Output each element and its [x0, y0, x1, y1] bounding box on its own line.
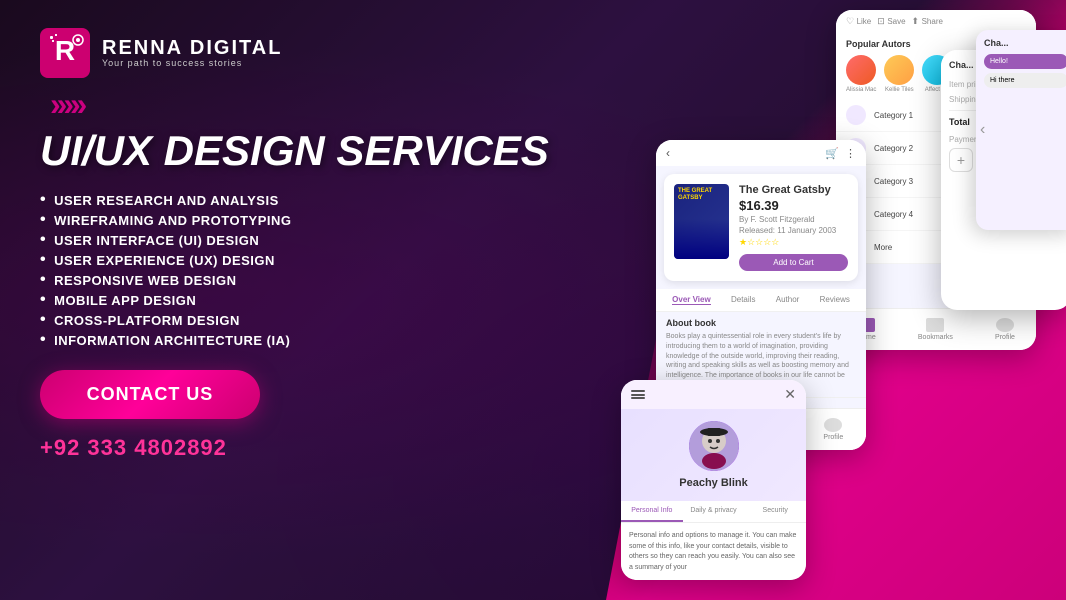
service-item: USER INTERFACE (UI) DESIGN: [40, 230, 580, 250]
tab-personal-info[interactable]: Personal Info: [621, 501, 683, 522]
brand-name: RENNA DIGITAL: [102, 38, 282, 58]
svg-text:R: R: [55, 35, 75, 66]
profile-avatar: [689, 421, 739, 471]
chat-bubble-1: Hello!: [984, 54, 1066, 69]
service-item: WIREFRAMING AND PROTOTYPING: [40, 210, 580, 230]
tab-daily-privacy[interactable]: Daily & privacy: [683, 501, 745, 522]
chat-panel-title: Cha...: [984, 38, 1066, 48]
book-title: The Great Gatsby: [739, 184, 848, 196]
book-tabs: Over View Details Author Reviews: [656, 289, 866, 312]
book-rating: ★☆☆☆☆: [739, 237, 848, 248]
services-list: USER RESEARCH AND ANALYSISWIREFRAMING AN…: [40, 190, 580, 350]
list-icon-1: [846, 105, 866, 125]
share-icon-top: ⬆ Share: [912, 16, 943, 27]
brand-logo-icon: R: [40, 28, 90, 78]
phone-number: +92 333 4802892: [40, 435, 580, 461]
book-cover-image: THE GREAT GATSBY: [674, 184, 729, 259]
book-info: The Great Gatsby $16.39 By F. Scott Fitz…: [739, 184, 848, 271]
bottom-nav-top-phone: Home Bookmarks Profile: [836, 308, 1036, 350]
bookmarks-icon: [926, 318, 944, 332]
about-book-title: About book: [666, 318, 856, 328]
brand-tagline: Your path to success stories: [102, 58, 282, 68]
chat-bubble-2: Hi there: [984, 73, 1066, 88]
add-to-cart-button[interactable]: Add to Cart: [739, 254, 848, 271]
right-panel: ♡ Like ⊡ Save ⬆ Share Popular Autors See…: [620, 0, 1066, 600]
service-item: MOBILE APP DESIGN: [40, 290, 580, 310]
book-released: Released: 11 January 2003: [739, 226, 848, 235]
save-icon-top: ⊡ Save: [877, 16, 905, 27]
service-item: USER RESEARCH AND ANALYSIS: [40, 190, 580, 210]
back-icon-middle[interactable]: ‹: [666, 146, 670, 160]
menu-icon[interactable]: [631, 389, 645, 401]
close-icon[interactable]: ✕: [784, 386, 796, 403]
tab-author[interactable]: Author: [776, 295, 800, 305]
tab-details[interactable]: Details: [731, 295, 755, 305]
logo-text-group: RENNA DIGITAL Your path to success stori…: [102, 38, 282, 68]
left-panel: R RENNA DIGITAL Your path to success sto…: [0, 0, 620, 600]
contact-us-button[interactable]: CONTACT US: [40, 370, 260, 419]
book-card: THE GREAT GATSBY The Great Gatsby $16.39…: [664, 174, 858, 281]
service-item: CROSS-PLATFORM DESIGN: [40, 310, 580, 330]
chat-panel-content: Cha... Hello! Hi there: [976, 30, 1066, 100]
book-cover-text: THE GREAT GATSBY: [674, 184, 729, 206]
service-item: USER EXPERIENCE (UX) DESIGN: [40, 250, 580, 270]
hero-title: UI/UX DESIGN SERVICES: [40, 128, 580, 174]
profile-icon-mid: [824, 418, 842, 432]
book-price: $16.39: [739, 198, 848, 213]
service-item: INFORMATION ARCHITECTURE (IA): [40, 330, 580, 350]
nav-profile[interactable]: Profile: [995, 318, 1015, 341]
profile-content: Personal info and options to manage it. …: [621, 523, 806, 580]
nav-profile-mid[interactable]: Profile: [823, 418, 843, 441]
total-label: Total: [949, 117, 970, 127]
tab-security[interactable]: Security: [744, 501, 806, 522]
chevrons-decoration: › › › › ›: [50, 88, 580, 120]
cart-icon[interactable]: 🛒: [825, 147, 839, 160]
author-avatar-1: [846, 55, 876, 85]
logo-area: R RENNA DIGITAL Your path to success sto…: [40, 28, 580, 78]
chevron-5: ›: [77, 88, 88, 120]
profile-name: Peachy Blink: [633, 477, 794, 489]
profile-tabs: Personal Info Daily & privacy Security: [621, 501, 806, 523]
book-author: By F. Scott Fitzgerald: [739, 215, 848, 224]
service-item: RESPONSIVE WEB DESIGN: [40, 270, 580, 290]
profile-icon: [996, 318, 1014, 332]
nav-bookmarks[interactable]: Bookmarks: [918, 318, 953, 341]
phone-mockup-bottom: ✕: [621, 380, 806, 580]
author-2: Kellie Tiles: [884, 55, 914, 93]
content-wrapper: R RENNA DIGITAL Your path to success sto…: [0, 0, 1066, 600]
add-card-button[interactable]: +: [949, 148, 973, 172]
author-avatar-2: [884, 55, 914, 85]
phone-screen-bottom: ✕: [621, 380, 806, 580]
like-icon-top: ♡ Like: [846, 16, 871, 27]
chat-panel-partial: Cha... Hello! Hi there ‹: [976, 30, 1066, 230]
tab-overview[interactable]: Over View: [672, 295, 711, 305]
collapse-icon[interactable]: ‹: [980, 121, 985, 139]
profile-header: Peachy Blink: [621, 409, 806, 501]
tab-reviews[interactable]: Reviews: [820, 295, 850, 305]
author-1: Alissia Mac: [846, 55, 876, 93]
more-icon[interactable]: ⋮: [845, 147, 856, 160]
header-actions-middle: 🛒 ⋮: [825, 147, 856, 160]
